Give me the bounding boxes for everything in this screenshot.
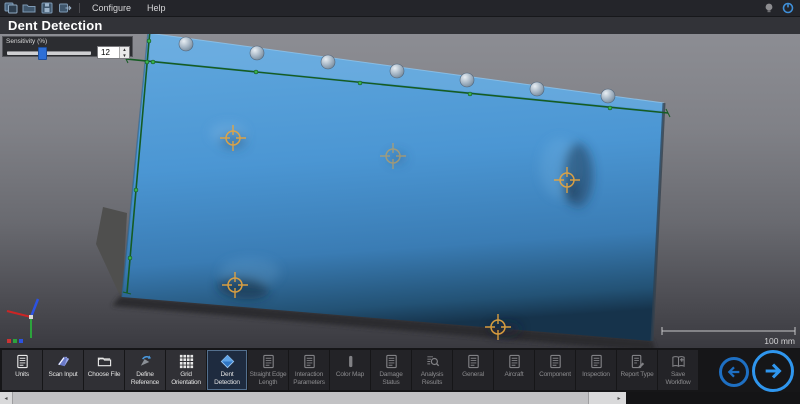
spin-down-icon[interactable]: ▼: [120, 53, 129, 59]
scrollbar-thumb[interactable]: [12, 392, 589, 404]
toolbar-button-label: Dent Detection: [207, 371, 247, 386]
interaction-parameters-icon: [302, 354, 317, 369]
units-icon: [15, 354, 30, 369]
toolbar-button-damage-status[interactable]: Damage Status: [371, 350, 411, 390]
save-workflow-icon: [671, 354, 686, 369]
scale-bar: 100 mm: [662, 327, 795, 346]
menu-bar-right: [763, 2, 794, 14]
sensitivity-spinner: ▲ ▼: [119, 47, 129, 58]
aircraft-icon: [507, 354, 522, 369]
toolbar-button-label: Grid Orientation: [166, 371, 206, 386]
toolbar-button-label: Define Reference: [125, 371, 165, 386]
sensitivity-slider[interactable]: [7, 51, 91, 55]
inspection-icon: [589, 354, 604, 369]
toolbar-button-save-workflow[interactable]: Save Workflow: [658, 350, 698, 390]
general-icon: [466, 354, 481, 369]
toolbar-button-label: Report Type: [617, 371, 657, 379]
grid-orientation-icon: [179, 354, 194, 369]
app-window: Configure Help Dent Detection: [0, 0, 800, 404]
save-session-icon[interactable]: [40, 2, 54, 14]
sensitivity-label: Sensitivity (%): [3, 37, 132, 45]
open-session-icon[interactable]: [22, 2, 36, 14]
toolbar-button-label: Color Map: [330, 371, 370, 379]
color-map-icon: [343, 354, 358, 369]
3d-viewport[interactable]: 100 mm Sensitivity (%) ▲ ▼: [0, 34, 800, 348]
toolbar-button-component[interactable]: Component: [535, 350, 575, 390]
toolbar-button-aircraft[interactable]: Aircraft: [494, 350, 534, 390]
power-icon[interactable]: [782, 2, 794, 14]
3d-scene: 100 mm: [0, 34, 800, 348]
bulb-icon[interactable]: [763, 2, 775, 14]
axis-triad: [7, 299, 38, 343]
toolbar-button-dent-detection[interactable]: Dent Detection: [207, 350, 247, 390]
component-icon: [548, 354, 563, 369]
dent-detection-icon: [220, 354, 235, 369]
toolbar-button-units[interactable]: Units: [2, 350, 42, 390]
next-step-button[interactable]: [752, 350, 794, 392]
define-reference-icon: [138, 354, 153, 369]
straight-edge-length-icon: [261, 354, 276, 369]
new-session-icon[interactable]: [4, 2, 18, 14]
scroll-right-icon[interactable]: ▸: [613, 392, 625, 404]
toolbar-button-choose-file[interactable]: Choose File: [84, 350, 124, 390]
toolbar-button-analysis-results[interactable]: Analysis Results: [412, 350, 452, 390]
analysis-results-icon: [425, 354, 440, 369]
scrollbar-track[interactable]: ◂ ▸: [0, 392, 626, 404]
page-title: Dent Detection: [0, 18, 103, 33]
toolbar-button-label: Aircraft: [494, 371, 534, 379]
toolbar-button-label: Save Workflow: [658, 371, 698, 386]
toolbar-button-label: Analysis Results: [412, 371, 452, 386]
toolbar-button-grid-orientation[interactable]: Grid Orientation: [166, 350, 206, 390]
page-title-bar: Dent Detection: [0, 17, 800, 34]
toolbar-button-straight-edge-length[interactable]: Straight Edge Length: [248, 350, 288, 390]
toolbar-button-interaction-parameters[interactable]: Interaction Parameters: [289, 350, 329, 390]
toolbar-button-label: Component: [535, 371, 575, 379]
menu-configure[interactable]: Configure: [84, 0, 139, 16]
toolbar-button-report-type[interactable]: Report Type: [617, 350, 657, 390]
menu-bar: Configure Help: [0, 0, 800, 17]
scan-input-icon: [56, 354, 71, 369]
toolbar-button-label: Choose File: [84, 371, 124, 379]
toolbar-button-general[interactable]: General: [453, 350, 493, 390]
damage-status-icon: [384, 354, 399, 369]
sensitivity-slider-handle[interactable]: [38, 47, 47, 60]
workflow-toolbar: UnitsScan InputChoose FileDefine Referen…: [0, 348, 800, 392]
import-icon[interactable]: [58, 2, 72, 14]
choose-file-icon: [97, 354, 112, 369]
menu-separator: [79, 3, 80, 13]
sensitivity-value-input[interactable]: [98, 47, 119, 58]
toolbar-button-label: Scan Input: [43, 371, 83, 379]
scale-bar-label: 100 mm: [764, 336, 795, 346]
toolbar-button-color-map[interactable]: Color Map: [330, 350, 370, 390]
toolbar-button-inspection[interactable]: Inspection: [576, 350, 616, 390]
toolbar-button-label: General: [453, 371, 493, 379]
toolbar-button-label: Inspection: [576, 371, 616, 379]
menu-help[interactable]: Help: [139, 0, 174, 16]
toolbar-scrollbar: ◂ ▸: [0, 392, 800, 404]
scroll-left-icon[interactable]: ◂: [0, 392, 12, 404]
toolbar-button-label: Units: [2, 371, 42, 379]
sensitivity-panel: Sensitivity (%) ▲ ▼: [2, 36, 133, 57]
toolbar-button-scan-input[interactable]: Scan Input: [43, 350, 83, 390]
toolbar-button-define-reference[interactable]: Define Reference: [125, 350, 165, 390]
report-type-icon: [630, 354, 645, 369]
toolbar-button-label: Interaction Parameters: [289, 371, 329, 386]
toolbar-button-label: Damage Status: [371, 371, 411, 386]
sensitivity-value-box: ▲ ▼: [97, 46, 130, 59]
previous-step-button[interactable]: [719, 357, 749, 387]
toolbar-button-label: Straight Edge Length: [248, 371, 288, 386]
